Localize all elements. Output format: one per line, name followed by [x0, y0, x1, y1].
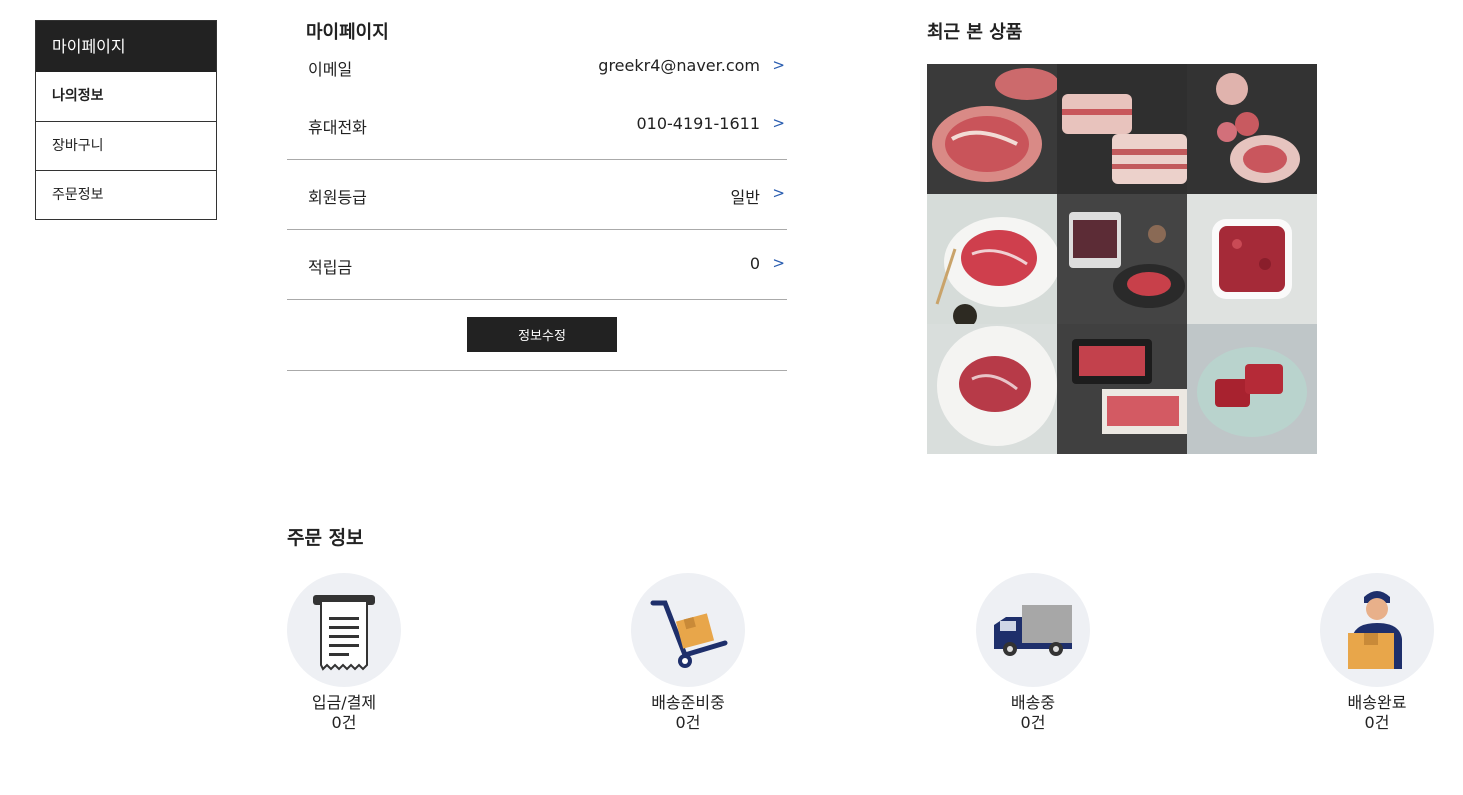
product-thumb-beef-cubes-plate[interactable] — [1187, 324, 1317, 454]
sidebar-item-my-info[interactable]: 나의정보 — [36, 72, 216, 121]
hand-truck-icon — [631, 573, 745, 687]
email-row: 이메일 greekr4@naver.com > — [287, 46, 787, 90]
status-payment[interactable]: 입금/결제 0건 — [287, 573, 401, 733]
page-title: 마이페이지 — [306, 22, 389, 43]
status-preparing[interactable]: 배송준비중 0건 — [631, 573, 745, 733]
edit-info-button[interactable]: 정보수정 — [467, 317, 617, 352]
recent-products-section: 최근 본 상품 — [927, 20, 1317, 454]
points-label: 적립금 — [308, 258, 353, 277]
phone-label: 휴대전화 — [308, 118, 367, 137]
order-info-section: 주문 정보 입금/결제 0건 배송준비중 0건 배송중 0건 배송완료 0건 — [287, 523, 1463, 743]
sidebar-nav: 마이페이지 나의정보 장바구니 주문정보 — [35, 20, 217, 220]
product-thumb-pork-chunks[interactable] — [1187, 64, 1317, 194]
edit-button-row: 정보수정 — [287, 300, 787, 371]
receipt-icon — [287, 573, 401, 687]
status-delivered-count: 0건 — [1364, 713, 1390, 732]
recent-products-grid — [927, 64, 1317, 454]
my-info-section: 마이페이지 이메일 greekr4@naver.com > 휴대전화 010-4… — [287, 20, 787, 371]
product-thumb-ground-beef-bowl[interactable] — [1187, 194, 1317, 324]
points-arrow-link[interactable]: > — [772, 254, 785, 272]
sidebar-title[interactable]: 마이페이지 — [36, 21, 216, 72]
recent-products-title: 최근 본 상품 — [927, 22, 1023, 43]
status-delivered-label: 배송완료 — [1347, 693, 1407, 712]
status-payment-label: 입금/결제 — [311, 693, 377, 712]
status-payment-count: 0건 — [331, 713, 357, 732]
points-row: 적립금 0 > — [287, 230, 787, 300]
delivery-truck-icon — [976, 573, 1090, 687]
grade-value: 일반 — [730, 188, 760, 207]
status-shipping[interactable]: 배송중 0건 — [976, 573, 1090, 733]
product-thumb-steak-plate[interactable] — [927, 324, 1057, 454]
product-thumb-sliced-beef-plate[interactable] — [927, 194, 1057, 324]
email-arrow-link[interactable]: > — [772, 56, 785, 74]
grade-label: 회원등급 — [308, 188, 367, 207]
product-thumb-pork-belly[interactable] — [1057, 64, 1187, 194]
order-info-title: 주문 정보 — [287, 527, 364, 549]
status-shipping-label: 배송중 — [1010, 693, 1056, 712]
status-shipping-count: 0건 — [1020, 713, 1046, 732]
phone-row: 휴대전화 010-4191-1611 > — [287, 90, 787, 160]
status-delivered[interactable]: 배송완료 0건 — [1320, 573, 1434, 733]
phone-value: 010-4191-1611 — [636, 114, 760, 133]
product-thumb-packaged-sirloin[interactable] — [1057, 324, 1187, 454]
points-value: 0 — [749, 254, 760, 273]
email-value: greekr4@naver.com — [598, 56, 760, 75]
product-thumb-packaged-beef[interactable] — [1057, 194, 1187, 324]
sidebar-item-cart[interactable]: 장바구니 — [36, 121, 216, 170]
delivery-person-icon — [1320, 573, 1434, 687]
status-preparing-count: 0건 — [675, 713, 701, 732]
email-label: 이메일 — [308, 60, 353, 79]
grade-row: 회원등급 일반 > — [287, 160, 787, 230]
grade-arrow-link[interactable]: > — [772, 184, 785, 202]
status-preparing-label: 배송준비중 — [651, 693, 725, 712]
product-thumb-pork-neck[interactable] — [927, 64, 1057, 194]
sidebar-item-orders[interactable]: 주문정보 — [36, 170, 216, 219]
phone-arrow-link[interactable]: > — [772, 114, 785, 132]
